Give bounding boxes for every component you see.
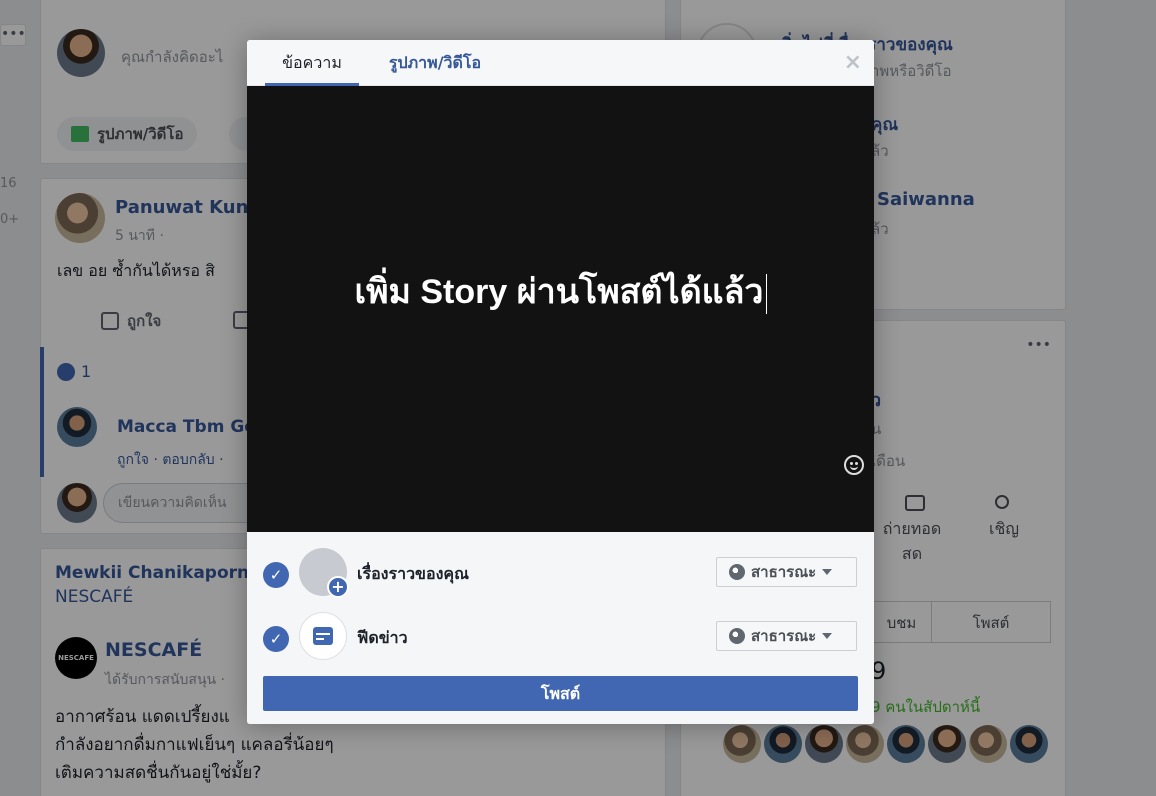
news-feed-icon xyxy=(299,612,347,660)
destination-label: เรื่องราวของคุณ xyxy=(357,564,469,583)
tab-photo-video[interactable]: รูปภาพ/วิดีโอ xyxy=(375,40,495,86)
privacy-selector[interactable]: สาธารณะ xyxy=(716,621,857,651)
privacy-selector[interactable]: สาธารณะ xyxy=(716,557,857,587)
share-destinations: ✓ + เรื่องราวของคุณ สาธารณะ ✓ ฟีดข่าว สา… xyxy=(247,532,874,724)
privacy-label: สาธารณะ xyxy=(751,563,817,581)
story-text-input[interactable]: เพิ่ม Story ผ่านโพสต์ได้แล้ว xyxy=(247,264,874,318)
story-text: เพิ่ม Story ผ่านโพสต์ได้แล้ว xyxy=(354,273,764,311)
text-caret xyxy=(765,274,767,315)
chevron-down-icon xyxy=(822,569,833,575)
chevron-down-icon xyxy=(822,633,833,639)
destination-story[interactable]: ✓ + เรื่องราวของคุณ สาธารณะ xyxy=(247,542,874,602)
globe-icon xyxy=(729,564,745,580)
tab-text[interactable]: ข้อความ xyxy=(265,40,359,86)
destination-news-feed[interactable]: ✓ ฟีดข่าว สาธารณะ xyxy=(247,606,874,666)
close-icon[interactable]: × xyxy=(844,50,862,75)
plus-icon: + xyxy=(327,576,349,598)
create-story-dialog: ข้อความ รูปภาพ/วิดีโอ × เพิ่ม Story ผ่าน… xyxy=(247,40,874,724)
emoji-icon[interactable] xyxy=(844,455,864,475)
checkmark-icon[interactable]: ✓ xyxy=(263,626,289,652)
checkmark-icon[interactable]: ✓ xyxy=(263,562,289,588)
privacy-label: สาธารณะ xyxy=(751,627,817,645)
destination-label: ฟีดข่าว xyxy=(357,628,408,647)
globe-icon xyxy=(729,628,745,644)
dialog-tabs: ข้อความ รูปภาพ/วิดีโอ × xyxy=(247,40,874,86)
post-button[interactable]: โพสต์ xyxy=(263,676,858,711)
story-canvas[interactable]: เพิ่ม Story ผ่านโพสต์ได้แล้ว < xyxy=(247,86,874,561)
